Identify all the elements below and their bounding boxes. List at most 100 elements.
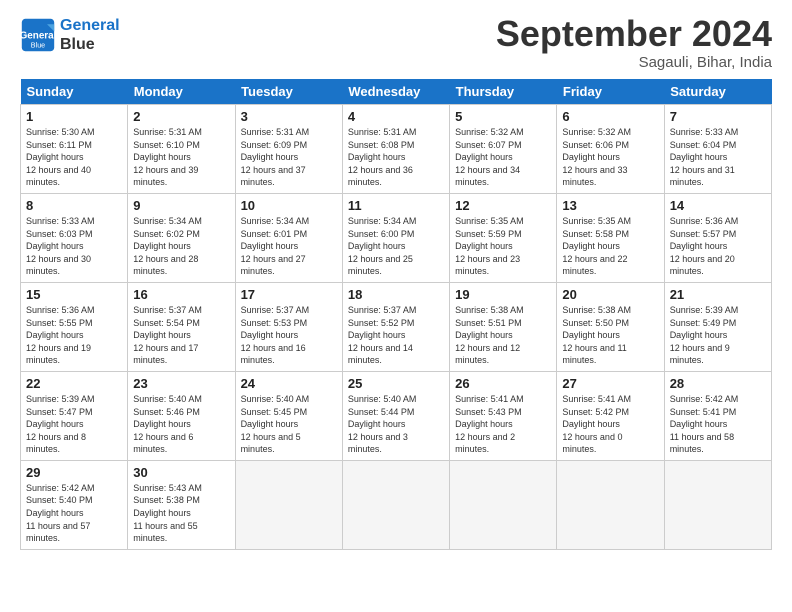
day-info: Sunrise: 5:31 AMSunset: 6:09 PMDaylight … <box>241 126 337 189</box>
table-row: 12 Sunrise: 5:35 AMSunset: 5:59 PMDayligh… <box>450 193 557 282</box>
calendar-container: General Blue GeneralBlue September 2024 … <box>0 0 792 560</box>
day-number: 8 <box>26 198 122 213</box>
day-number: 10 <box>241 198 337 213</box>
day-number: 30 <box>133 465 229 480</box>
svg-text:Blue: Blue <box>31 41 45 50</box>
day-number: 11 <box>348 198 444 213</box>
day-info: Sunrise: 5:33 AMSunset: 6:04 PMDaylight … <box>670 126 766 189</box>
header-row-days: Sunday Monday Tuesday Wednesday Thursday… <box>21 79 772 105</box>
logo-text: GeneralBlue <box>60 16 120 54</box>
table-row: 6Sunrise: 5:32 AMSunset: 6:06 PMDaylight… <box>557 105 664 194</box>
day-info: Sunrise: 5:42 AMSunset: 5:41 PMDaylight … <box>670 393 766 456</box>
day-info: Sunrise: 5:34 AMSunset: 6:00 PMDaylight … <box>348 215 444 278</box>
day-number: 22 <box>26 376 122 391</box>
table-row: 14Sunrise: 5:36 AMSunset: 5:57 PMDayligh… <box>664 193 771 282</box>
table-row: 18Sunrise: 5:37 AMSunset: 5:52 PMDayligh… <box>342 282 449 371</box>
day-number: 20 <box>562 287 658 302</box>
day-info: Sunrise: 5:31 AMSunset: 6:10 PMDaylight … <box>133 126 229 189</box>
calendar-week: 22 Sunrise: 5:39 AMSunset: 5:47 PMDayligh… <box>21 371 772 460</box>
header-row: General Blue GeneralBlue September 2024 … <box>20 16 772 71</box>
table-row: 26 Sunrise: 5:41 AMSunset: 5:43 PMDayligh… <box>450 371 557 460</box>
day-info: Sunrise: 5:41 AMSunset: 5:43 PMDaylight … <box>455 393 551 456</box>
day-number: 16 <box>133 287 229 302</box>
day-number: 2 <box>133 109 229 124</box>
calendar-week: 29 Sunrise: 5:42 AMSunset: 5:40 PMDayligh… <box>21 460 772 549</box>
table-row: 7 Sunrise: 5:33 AMSunset: 6:04 PMDaylight… <box>664 105 771 194</box>
table-row: 29 Sunrise: 5:42 AMSunset: 5:40 PMDayligh… <box>21 460 128 549</box>
table-row: 15 Sunrise: 5:36 AMSunset: 5:55 PMDayligh… <box>21 282 128 371</box>
day-info: Sunrise: 5:34 AMSunset: 6:02 PMDaylight … <box>133 215 229 278</box>
day-number: 14 <box>670 198 766 213</box>
location-subtitle: Sagauli, Bihar, India <box>496 54 772 71</box>
day-number: 26 <box>455 376 551 391</box>
day-info: Sunrise: 5:36 AMSunset: 5:55 PMDaylight … <box>26 304 122 367</box>
table-row: 21 Sunrise: 5:39 AMSunset: 5:49 PMDayligh… <box>664 282 771 371</box>
day-number: 28 <box>670 376 766 391</box>
day-info: Sunrise: 5:38 AMSunset: 5:50 PMDaylight … <box>562 304 658 367</box>
day-info: Sunrise: 5:39 AMSunset: 5:49 PMDaylight … <box>670 304 766 367</box>
calendar-week: 1Sunrise: 5:30 AMSunset: 6:11 PMDaylight… <box>21 105 772 194</box>
table-row <box>450 460 557 549</box>
day-info: Sunrise: 5:40 AMSunset: 5:46 PMDaylight … <box>133 393 229 456</box>
table-row: 22 Sunrise: 5:39 AMSunset: 5:47 PMDayligh… <box>21 371 128 460</box>
day-info: Sunrise: 5:38 AMSunset: 5:51 PMDaylight … <box>455 304 551 367</box>
day-info: Sunrise: 5:34 AMSunset: 6:01 PMDaylight … <box>241 215 337 278</box>
day-info: Sunrise: 5:39 AMSunset: 5:47 PMDaylight … <box>26 393 122 456</box>
day-number: 27 <box>562 376 658 391</box>
day-number: 17 <box>241 287 337 302</box>
day-number: 12 <box>455 198 551 213</box>
table-row: 13 Sunrise: 5:35 AMSunset: 5:58 PMDayligh… <box>557 193 664 282</box>
table-row: 17 Sunrise: 5:37 AMSunset: 5:53 PMDayligh… <box>235 282 342 371</box>
day-info: Sunrise: 5:40 AMSunset: 5:44 PMDaylight … <box>348 393 444 456</box>
day-number: 13 <box>562 198 658 213</box>
day-number: 29 <box>26 465 122 480</box>
day-number: 19 <box>455 287 551 302</box>
day-number: 4 <box>348 109 444 124</box>
day-number: 15 <box>26 287 122 302</box>
table-row: 1Sunrise: 5:30 AMSunset: 6:11 PMDaylight… <box>21 105 128 194</box>
calendar-table: Sunday Monday Tuesday Wednesday Thursday… <box>20 79 772 550</box>
title-block: September 2024 Sagauli, Bihar, India <box>496 16 772 71</box>
day-number: 6 <box>562 109 658 124</box>
table-row: 28 Sunrise: 5:42 AMSunset: 5:41 PMDayligh… <box>664 371 771 460</box>
day-number: 1 <box>26 109 122 124</box>
table-row: 24Sunrise: 5:40 AMSunset: 5:45 PMDayligh… <box>235 371 342 460</box>
table-row: 20 Sunrise: 5:38 AMSunset: 5:50 PMDayligh… <box>557 282 664 371</box>
table-row: 5 Sunrise: 5:32 AMSunset: 6:07 PMDaylight… <box>450 105 557 194</box>
table-row: 9 Sunrise: 5:34 AMSunset: 6:02 PMDaylight… <box>128 193 235 282</box>
day-number: 24 <box>241 376 337 391</box>
day-number: 7 <box>670 109 766 124</box>
day-info: Sunrise: 5:41 AMSunset: 5:42 PMDaylight … <box>562 393 658 456</box>
table-row: 27 Sunrise: 5:41 AMSunset: 5:42 PMDayligh… <box>557 371 664 460</box>
day-info: Sunrise: 5:42 AMSunset: 5:40 PMDaylight … <box>26 482 122 545</box>
logo-icon: General Blue <box>20 17 56 53</box>
col-tuesday: Tuesday <box>235 79 342 105</box>
table-row: 25 Sunrise: 5:40 AMSunset: 5:44 PMDayligh… <box>342 371 449 460</box>
table-row <box>664 460 771 549</box>
table-row: 2 Sunrise: 5:31 AMSunset: 6:10 PMDaylight… <box>128 105 235 194</box>
logo: General Blue GeneralBlue <box>20 16 120 54</box>
day-number: 21 <box>670 287 766 302</box>
table-row <box>342 460 449 549</box>
table-row <box>235 460 342 549</box>
day-info: Sunrise: 5:35 AMSunset: 5:59 PMDaylight … <box>455 215 551 278</box>
table-row: 10 Sunrise: 5:34 AMSunset: 6:01 PMDayligh… <box>235 193 342 282</box>
day-number: 9 <box>133 198 229 213</box>
day-number: 5 <box>455 109 551 124</box>
table-row: 30 Sunrise: 5:43 AMSunset: 5:38 PMDayligh… <box>128 460 235 549</box>
day-info: Sunrise: 5:32 AMSunset: 6:07 PMDaylight … <box>455 126 551 189</box>
table-row: 16 Sunrise: 5:37 AMSunset: 5:54 PMDayligh… <box>128 282 235 371</box>
day-info: Sunrise: 5:37 AMSunset: 5:54 PMDaylight … <box>133 304 229 367</box>
day-info: Sunrise: 5:35 AMSunset: 5:58 PMDaylight … <box>562 215 658 278</box>
day-info: Sunrise: 5:43 AMSunset: 5:38 PMDaylight … <box>133 482 229 545</box>
table-row: 11 Sunrise: 5:34 AMSunset: 6:00 PMDayligh… <box>342 193 449 282</box>
day-number: 23 <box>133 376 229 391</box>
day-number: 25 <box>348 376 444 391</box>
month-title: September 2024 <box>496 16 772 52</box>
calendar-week: 15 Sunrise: 5:36 AMSunset: 5:55 PMDayligh… <box>21 282 772 371</box>
table-row: 23 Sunrise: 5:40 AMSunset: 5:46 PMDayligh… <box>128 371 235 460</box>
day-number: 18 <box>348 287 444 302</box>
col-friday: Friday <box>557 79 664 105</box>
day-info: Sunrise: 5:37 AMSunset: 5:53 PMDaylight … <box>241 304 337 367</box>
day-info: Sunrise: 5:31 AMSunset: 6:08 PMDaylight … <box>348 126 444 189</box>
